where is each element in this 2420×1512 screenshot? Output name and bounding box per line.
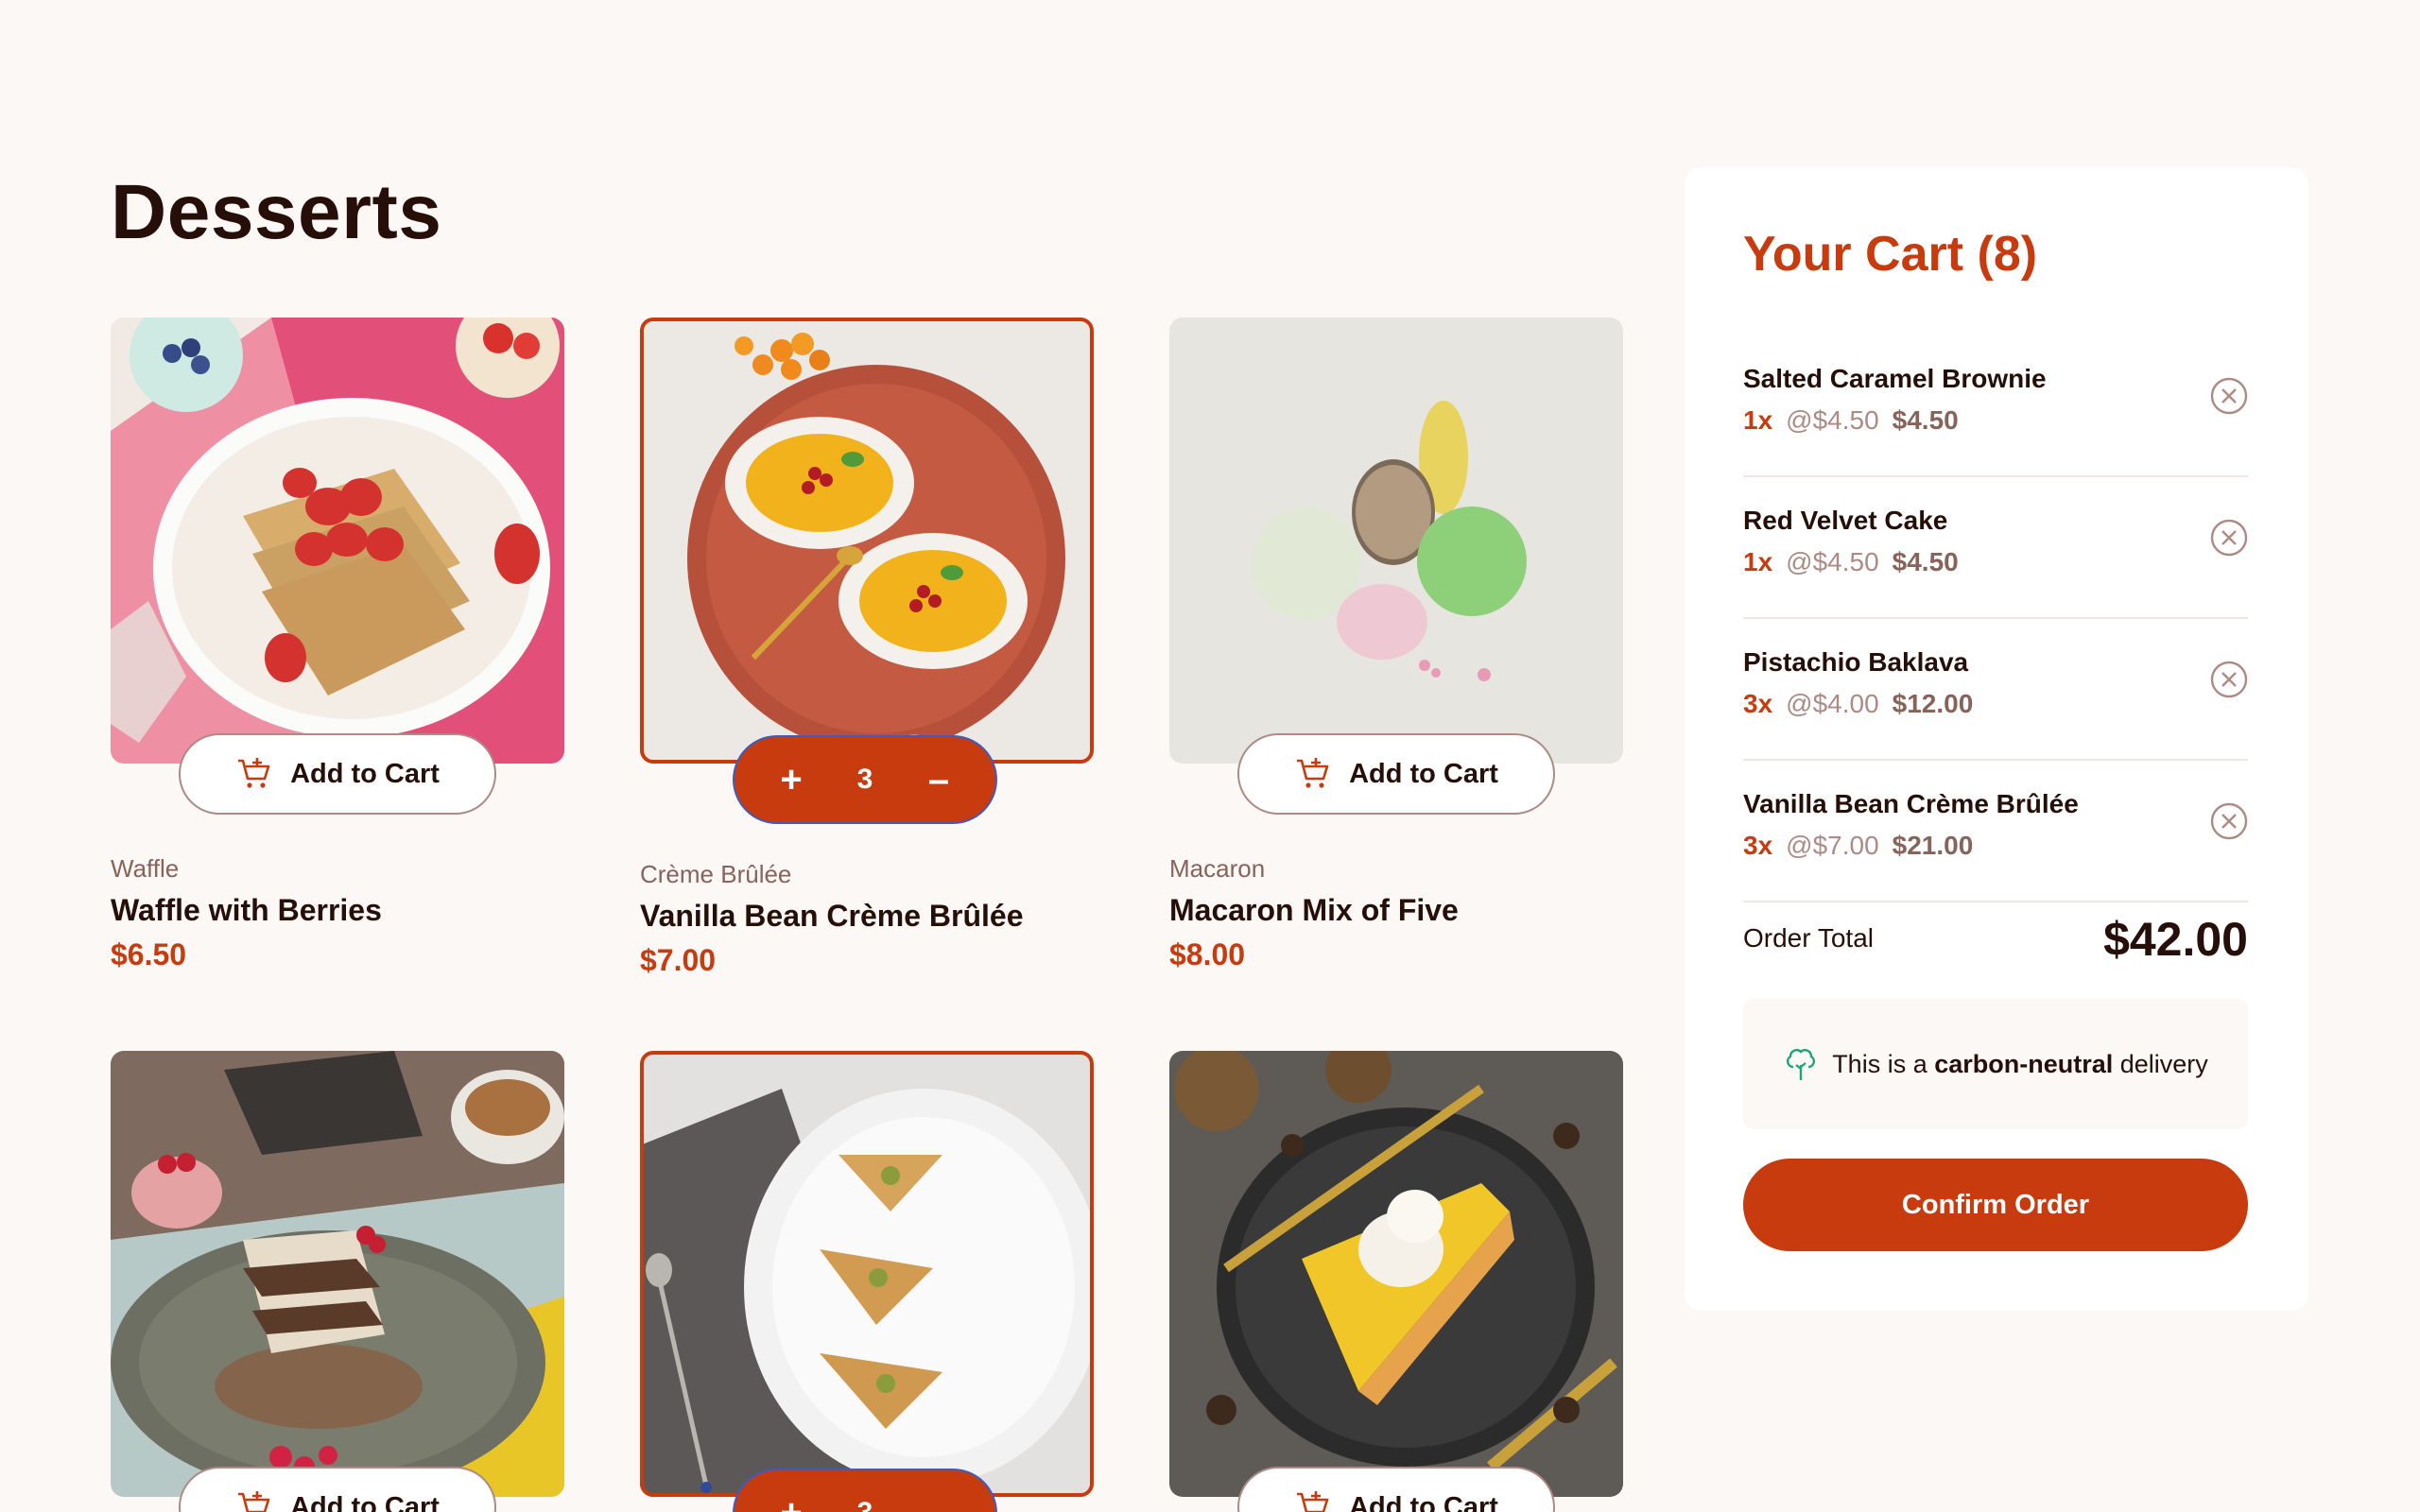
cart-item-qty: 1x bbox=[1743, 547, 1773, 576]
remove-circle-icon[interactable] bbox=[2210, 802, 2248, 840]
product-price: $6.50 bbox=[111, 937, 187, 971]
product-image-waffle bbox=[111, 318, 564, 764]
order-total-value: $42.00 bbox=[2103, 913, 2248, 966]
product-image-tiramisu bbox=[111, 1051, 564, 1497]
add-to-cart-icon bbox=[1297, 758, 1329, 788]
remove-circle-icon[interactable] bbox=[2210, 519, 2248, 557]
product-name: Macaron Mix of Five bbox=[1169, 893, 1459, 927]
minus-icon[interactable]: – bbox=[920, 761, 958, 799]
add-to-cart-icon bbox=[1297, 1491, 1329, 1512]
product-card-macaron: Add to Cart Macaron Macaron Mix of Five … bbox=[1169, 318, 1623, 998]
quantity-stepper[interactable]: + 3 – bbox=[733, 1469, 997, 1512]
product-price: $8.00 bbox=[1169, 937, 1246, 971]
product-card-creme-brulee: + 3 – Crème Brûlée Vanilla Bean Crème Br… bbox=[640, 318, 1094, 998]
product-card-baklava: + 3 – bbox=[640, 1051, 1094, 1512]
tree-icon bbox=[1787, 1049, 1816, 1080]
dessert-page: Desserts Add to Cart Waffle Waffle with … bbox=[0, 0, 2420, 1512]
quantity-value: 3 bbox=[857, 1497, 873, 1512]
cart-item-qty: 3x bbox=[1743, 689, 1773, 718]
product-card-meringue-pie: Add to Cart bbox=[1169, 1051, 1623, 1512]
product-name: Waffle with Berries bbox=[111, 893, 382, 927]
product-category: Waffle bbox=[111, 854, 180, 883]
cart-item-unit-price: @$4.00 bbox=[1786, 689, 1879, 718]
quantity-value: 3 bbox=[856, 764, 873, 795]
cart-item: Salted Caramel Brownie 1x @$4.50 $4.50 bbox=[1743, 335, 2248, 477]
cart-item-line: 1x @$4.50 $4.50 bbox=[1743, 547, 1959, 577]
add-to-cart-icon bbox=[238, 758, 270, 788]
product-price: $7.00 bbox=[640, 943, 717, 977]
cart-panel: Your Cart (8) Salted Caramel Brownie 1x @… bbox=[1685, 167, 2308, 1311]
plus-icon[interactable]: + bbox=[772, 761, 810, 799]
cart-title: Your Cart (8) bbox=[1743, 227, 2038, 282]
product-image-macaron bbox=[1169, 318, 1623, 764]
cart-item-total: $21.00 bbox=[1892, 831, 1974, 860]
cart-item: Red Velvet Cake 1x @$4.50 $4.50 bbox=[1743, 477, 2248, 619]
cart-item-total: $12.00 bbox=[1892, 689, 1974, 718]
cart-item-line: 1x @$4.50 $4.50 bbox=[1743, 405, 1959, 436]
page-title: Desserts bbox=[111, 169, 442, 255]
cart-item-unit-price: @$4.50 bbox=[1786, 547, 1879, 576]
add-to-cart-label: Add to Cart bbox=[290, 758, 440, 789]
product-card-tiramisu: Add to Cart bbox=[111, 1051, 564, 1512]
add-to-cart-button[interactable]: Add to Cart bbox=[179, 733, 496, 815]
cart-item-name: Pistachio Baklava bbox=[1743, 647, 1969, 677]
add-to-cart-label: Add to Cart bbox=[1349, 1491, 1498, 1512]
product-category: Crème Brûlée bbox=[640, 860, 792, 888]
product-card-waffle: Add to Cart Waffle Waffle with Berries $… bbox=[111, 318, 564, 998]
order-total-label: Order Total bbox=[1743, 923, 1874, 953]
confirm-order-button[interactable]: Confirm Order bbox=[1743, 1159, 2248, 1251]
product-image-meringue-pie bbox=[1169, 1051, 1623, 1497]
add-to-cart-icon bbox=[238, 1491, 270, 1512]
remove-circle-icon[interactable] bbox=[2210, 661, 2248, 698]
add-to-cart-label: Add to Cart bbox=[290, 1491, 440, 1512]
cart-item-qty: 3x bbox=[1743, 831, 1773, 860]
add-to-cart-label: Add to Cart bbox=[1349, 758, 1498, 789]
cart-item-unit-price: @$7.00 bbox=[1786, 831, 1879, 860]
plus-icon[interactable]: + bbox=[772, 1494, 810, 1512]
cart-item-total: $4.50 bbox=[1892, 547, 1959, 576]
cart-item-qty: 1x bbox=[1743, 405, 1773, 435]
cart-item: Vanilla Bean Crème Brûlée 3x @$7.00 $21.00 bbox=[1743, 761, 2248, 902]
cart-item-line: 3x @$4.00 $12.00 bbox=[1743, 689, 1973, 719]
cart-item-unit-price: @$4.50 bbox=[1786, 405, 1879, 435]
minus-icon[interactable]: – bbox=[920, 1494, 958, 1512]
add-to-cart-button[interactable]: Add to Cart bbox=[1237, 1467, 1555, 1512]
quantity-stepper[interactable]: + 3 – bbox=[733, 735, 997, 824]
cart-item-name: Salted Caramel Brownie bbox=[1743, 364, 2047, 393]
cart-item-total: $4.50 bbox=[1892, 405, 1959, 435]
product-image-creme-brulee bbox=[640, 318, 1094, 764]
product-name: Vanilla Bean Crème Brûlée bbox=[640, 899, 1024, 933]
add-to-cart-button[interactable]: Add to Cart bbox=[1237, 733, 1555, 815]
carbon-neutral-notice: This is a carbon-neutral delivery bbox=[1743, 999, 2248, 1129]
remove-circle-icon[interactable] bbox=[2210, 377, 2248, 415]
cart-item-line: 3x @$7.00 $21.00 bbox=[1743, 831, 1973, 861]
cart-item: Pistachio Baklava 3x @$4.00 $12.00 bbox=[1743, 619, 2248, 761]
product-image-baklava bbox=[640, 1051, 1094, 1497]
product-category: Macaron bbox=[1169, 854, 1266, 883]
carbon-text: This is a carbon-neutral delivery bbox=[1832, 1049, 2208, 1078]
add-to-cart-button[interactable]: Add to Cart bbox=[179, 1467, 496, 1512]
cart-item-name: Red Velvet Cake bbox=[1743, 506, 1948, 535]
cart-item-name: Vanilla Bean Crème Brûlée bbox=[1743, 789, 2079, 818]
